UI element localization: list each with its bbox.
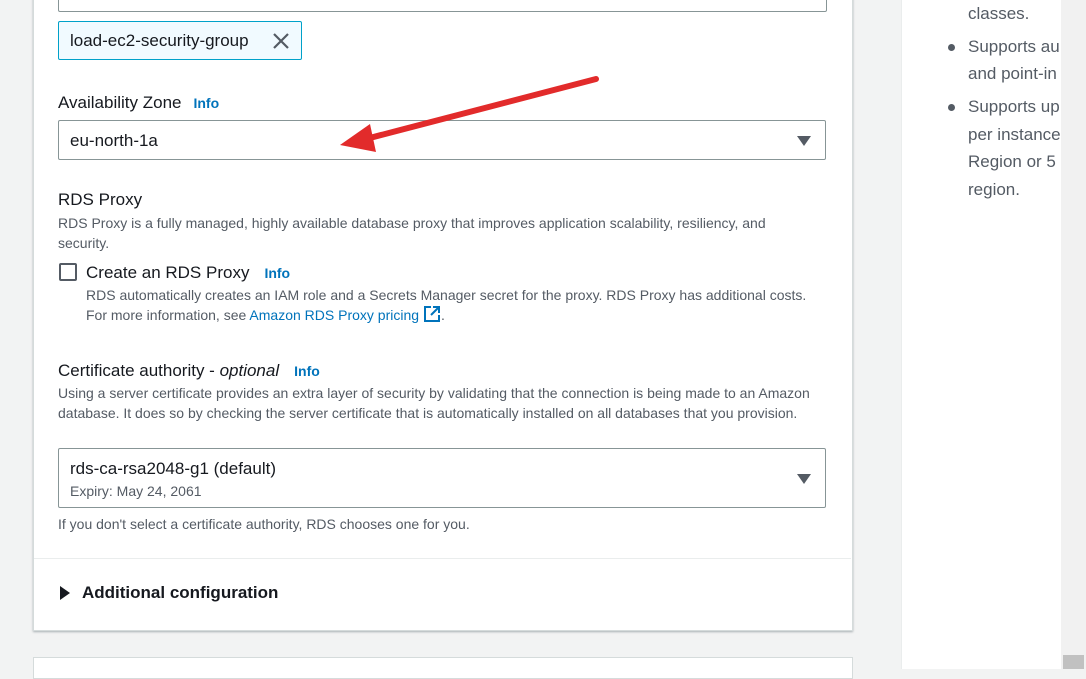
availability-zone-info-link[interactable]: Info (193, 95, 219, 111)
certificate-authority-description: Using a server certificate provides an e… (58, 385, 810, 421)
close-icon[interactable] (271, 31, 291, 51)
create-rds-proxy-label: Create an RDS Proxy Info (86, 263, 290, 283)
availability-zone-label-text: Availability Zone (58, 93, 182, 112)
rds-proxy-description: RDS Proxy is a fully managed, highly ava… (58, 215, 766, 251)
availability-zone-value: eu-north-1a (70, 131, 158, 150)
caret-right-icon (60, 586, 70, 600)
side-line: and point-in (968, 64, 1057, 83)
bullet-icon (948, 44, 955, 51)
certificate-authority-select[interactable]: rds-ca-rsa2048-g1 (default) Expiry: May … (58, 448, 826, 508)
side-line: Supports au (968, 37, 1060, 56)
scrollbar-track[interactable] (1061, 0, 1086, 669)
section-divider (34, 558, 851, 559)
security-group-token: load-ec2-security-group (58, 21, 302, 60)
rds-proxy-info-link[interactable]: Info (264, 265, 290, 281)
side-line: Supports up (968, 97, 1060, 116)
availability-zone-select[interactable]: eu-north-1a (58, 120, 826, 160)
bullet-icon (948, 104, 955, 111)
availability-zone-label: Availability Zone Info (58, 93, 219, 113)
security-group-select[interactable] (58, 0, 827, 12)
certificate-expiry: Expiry: May 24, 2061 (70, 483, 202, 499)
scrollbar-thumb[interactable] (1063, 655, 1084, 669)
external-link-icon[interactable] (423, 305, 441, 328)
caret-down-icon (797, 474, 811, 484)
rds-proxy-help-text: RDS automatically creates an IAM role an… (86, 285, 821, 328)
rds-proxy-help-body: RDS automatically creates an IAM role an… (86, 287, 807, 323)
certificate-authority-info-link[interactable]: Info (294, 363, 320, 379)
side-line: per instance (968, 125, 1061, 144)
optional-tag: optional (219, 361, 280, 380)
caret-down-icon (797, 136, 811, 146)
certificate-authority-hint: If you don't select a certificate author… (58, 516, 470, 532)
certificate-authority-label-text: Certificate authority - (58, 361, 220, 380)
rds-proxy-heading: RDS Proxy (58, 190, 143, 209)
security-group-token-label: load-ec2-security-group (70, 30, 249, 50)
side-line: region. (968, 180, 1020, 199)
certificate-authority-value: rds-ca-rsa2048-g1 (default) (70, 459, 276, 478)
additional-configuration-label[interactable]: Additional configuration (82, 583, 278, 603)
rds-proxy-pricing-link[interactable]: Amazon RDS Proxy pricing (249, 307, 419, 323)
side-line: classes. (968, 4, 1030, 23)
create-rds-proxy-checkbox[interactable] (59, 263, 77, 281)
side-line: Region or 5 (968, 152, 1056, 171)
side-info-panel: classes. Supports au and point-in Suppor… (901, 0, 1062, 669)
create-rds-proxy-label-text[interactable]: Create an RDS Proxy (86, 263, 249, 282)
additional-configuration-expander[interactable]: Additional configuration (60, 583, 278, 603)
rds-proxy-help-period: . (441, 307, 445, 323)
next-card (33, 657, 853, 679)
certificate-authority-label: Certificate authority - optional Info (58, 361, 320, 381)
